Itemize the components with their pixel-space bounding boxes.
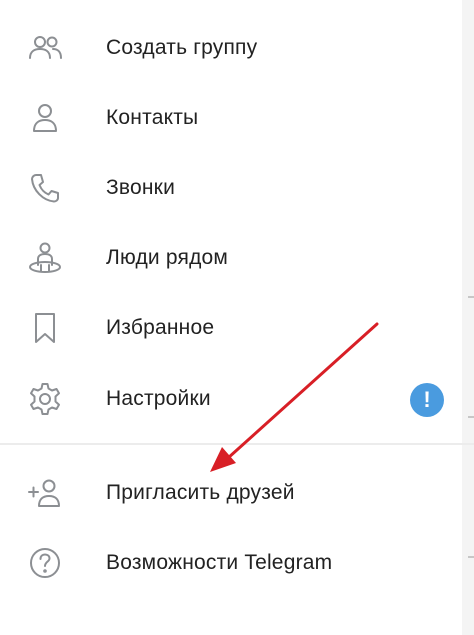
- menu-item-label: Возможности Telegram: [106, 551, 333, 574]
- people-nearby-icon: [26, 239, 64, 277]
- menu-item-label: Пригласить друзей: [106, 481, 295, 504]
- bookmark-icon: [26, 309, 64, 347]
- menu-item-calls[interactable]: Звонки: [0, 158, 462, 218]
- menu-item-settings[interactable]: Настройки: [0, 369, 462, 429]
- menu-item-label: Настройки: [106, 387, 211, 410]
- menu-item-invite-friends[interactable]: Пригласить друзей: [0, 463, 462, 523]
- menu-divider: [0, 443, 474, 445]
- menu-item-saved-messages[interactable]: Избранное: [0, 298, 462, 358]
- group-icon: [26, 29, 64, 67]
- background-chat-list-edge: [462, 0, 474, 635]
- settings-alert-badge[interactable]: !: [410, 383, 444, 417]
- menu-item-contacts[interactable]: Контакты: [0, 88, 462, 148]
- menu-item-people-nearby[interactable]: Люди рядом: [0, 228, 462, 288]
- menu-item-label: Люди рядом: [106, 246, 229, 269]
- edge-divider-mark: [468, 296, 474, 298]
- menu-item-label: Создать группу: [106, 36, 258, 59]
- add-user-icon: [26, 474, 64, 512]
- gear-icon: [26, 380, 64, 418]
- contact-icon: [26, 99, 64, 137]
- edge-divider-mark: [468, 556, 474, 558]
- menu-item-label: Контакты: [106, 106, 199, 129]
- help-icon: [26, 544, 64, 582]
- menu-item-label: Избранное: [106, 316, 215, 339]
- phone-icon: [26, 169, 64, 207]
- menu-item-telegram-features[interactable]: Возможности Telegram: [0, 533, 462, 593]
- telegram-side-menu: Создать группу Контакты Звонки Люди рядо…: [0, 0, 474, 635]
- menu-item-create-group[interactable]: Создать группу: [0, 18, 462, 78]
- menu-item-label: Звонки: [106, 176, 175, 199]
- edge-divider-mark: [468, 416, 474, 418]
